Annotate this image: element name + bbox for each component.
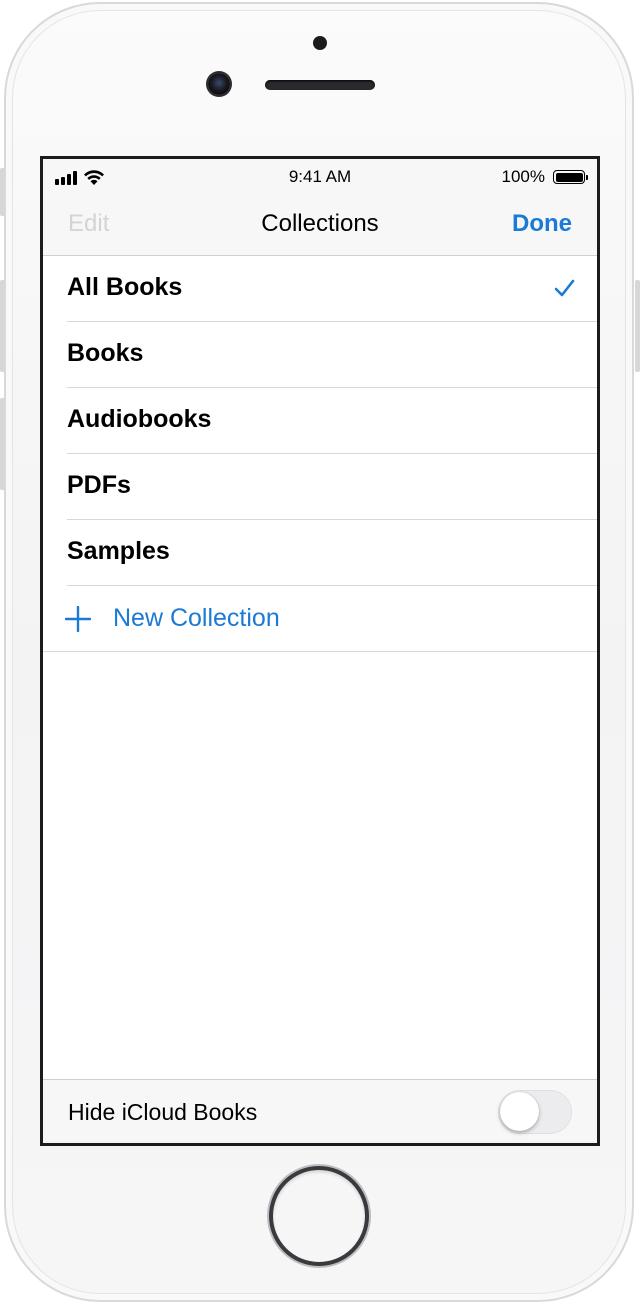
collection-item-books[interactable]: Books xyxy=(43,322,597,388)
proximity-sensor xyxy=(313,36,327,50)
battery-icon xyxy=(553,170,588,184)
mute-switch xyxy=(0,168,5,216)
hide-icloud-books-label: Hide iCloud Books xyxy=(68,1099,258,1125)
collection-item-pdfs[interactable]: PDFs xyxy=(43,454,597,520)
hide-icloud-books-toggle[interactable] xyxy=(498,1090,572,1134)
volume-down-button xyxy=(0,398,5,490)
earpiece-speaker xyxy=(265,80,375,90)
power-button xyxy=(635,280,640,372)
screen: 9:41 AM 100% Edit Collections Done All B… xyxy=(40,156,600,1146)
collection-label: Samples xyxy=(67,537,170,565)
plus-icon xyxy=(65,606,91,632)
new-collection-button[interactable]: New Collection xyxy=(43,586,597,652)
battery-percentage: 100% xyxy=(501,167,545,186)
new-collection-label: New Collection xyxy=(113,604,280,632)
collection-label: Books xyxy=(67,339,144,367)
collection-item-audiobooks[interactable]: Audiobooks xyxy=(43,388,597,454)
battery-level xyxy=(555,172,583,182)
front-camera xyxy=(208,73,230,95)
home-button[interactable] xyxy=(269,1166,369,1266)
done-button[interactable]: Done xyxy=(512,210,572,238)
collection-label: Audiobooks xyxy=(67,405,212,433)
collection-label: All Books xyxy=(67,273,183,301)
status-bar: 9:41 AM 100% xyxy=(43,159,597,197)
navigation-bar: Edit Collections Done xyxy=(43,197,597,256)
collection-label: PDFs xyxy=(67,471,131,499)
volume-up-button xyxy=(0,280,5,372)
checkmark-icon xyxy=(554,279,575,297)
toggle-knob xyxy=(500,1092,539,1131)
separator xyxy=(43,651,597,652)
collection-item-samples[interactable]: Samples xyxy=(43,520,597,586)
collection-item-all-books[interactable]: All Books xyxy=(43,256,597,322)
collections-list: All Books Books Audiobooks PDFs Samples xyxy=(43,256,597,652)
footer-toolbar: Hide iCloud Books xyxy=(43,1079,597,1143)
